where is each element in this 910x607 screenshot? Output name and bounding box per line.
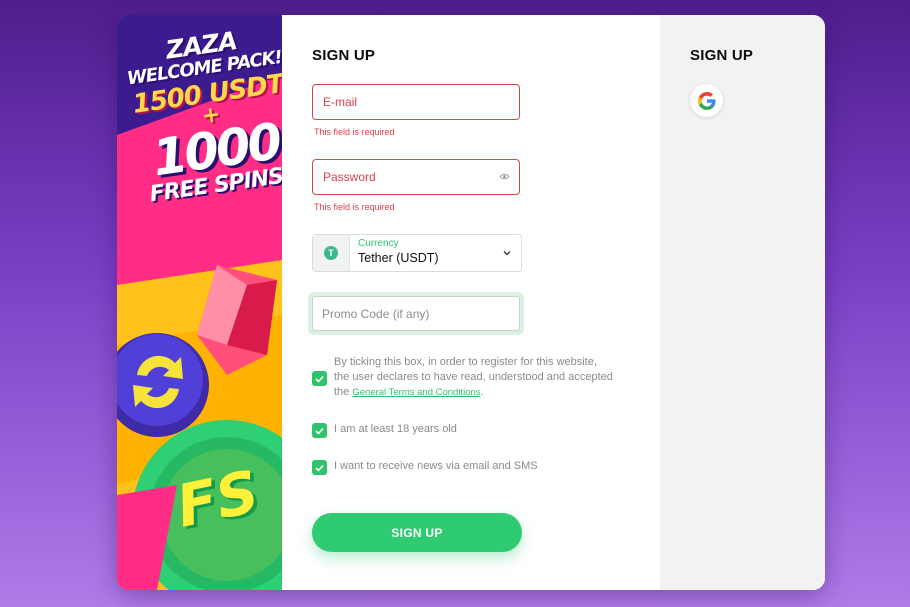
email-input[interactable] — [313, 85, 503, 119]
tether-icon: T — [324, 246, 338, 260]
checkmark-icon — [315, 427, 324, 435]
email-error: This field is required — [314, 127, 395, 137]
google-icon — [697, 91, 716, 110]
password-field[interactable] — [312, 159, 520, 195]
terms-text: By ticking this box, in order to registe… — [334, 355, 614, 400]
currency-icon-box: T — [313, 235, 350, 271]
eye-icon[interactable] — [499, 171, 510, 182]
password-error: This field is required — [314, 202, 395, 212]
currency-text: Currency Tether (USDT) — [350, 235, 439, 271]
signup-form: SIGN UP This field is required This fiel… — [282, 15, 660, 590]
age-text: I am at least 18 years old — [334, 423, 457, 435]
currency-label: Currency — [358, 238, 399, 249]
form-title: SIGN UP — [312, 47, 376, 64]
chevron-down-icon — [503, 251, 511, 256]
password-input[interactable] — [313, 160, 503, 194]
promo-code-box — [312, 296, 520, 331]
currency-select[interactable]: T Currency Tether (USDT) — [312, 234, 522, 272]
promo-code-input[interactable] — [313, 297, 511, 330]
news-text: I want to receive news via email and SMS — [334, 460, 538, 472]
news-checkbox[interactable] — [312, 460, 327, 475]
email-field[interactable] — [312, 84, 520, 120]
terms-checkbox[interactable] — [312, 371, 327, 386]
signup-button[interactable]: SIGN UP — [312, 513, 522, 552]
promo-code-field[interactable] — [308, 292, 524, 335]
age-checkbox[interactable] — [312, 423, 327, 438]
social-signup-panel: SIGN UP — [660, 15, 825, 590]
google-signup-button[interactable] — [690, 84, 723, 117]
terms-link[interactable]: General Terms and Conditions — [352, 387, 480, 398]
promo-text-block: ZAZA WELCOME PACK! 1500 USDT + 1000 FREE… — [118, 22, 282, 208]
promo-banner: ZAZA WELCOME PACK! 1500 USDT + 1000 FREE… — [117, 15, 282, 590]
currency-value: Tether (USDT) — [358, 251, 439, 265]
terms-suffix: . — [480, 386, 484, 398]
checkmark-icon — [315, 375, 324, 383]
signup-modal: ZAZA WELCOME PACK! 1500 USDT + 1000 FREE… — [117, 15, 825, 590]
checkmark-icon — [315, 464, 324, 472]
social-title: SIGN UP — [690, 47, 754, 64]
